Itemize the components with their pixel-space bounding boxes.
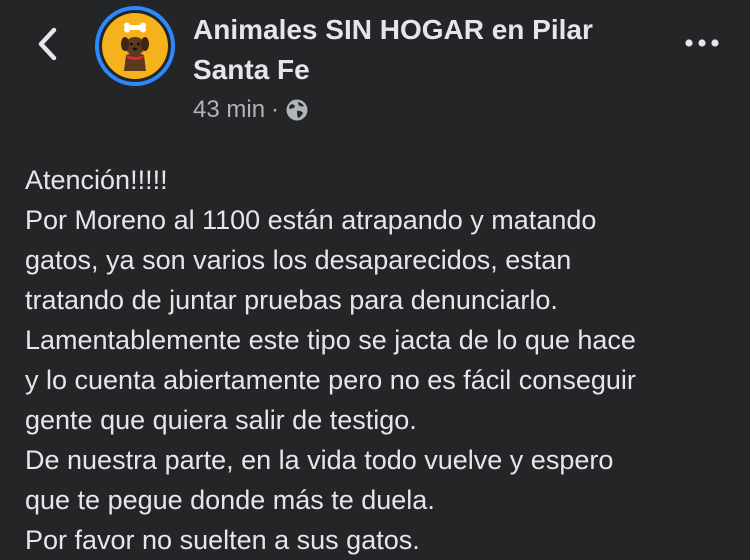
- post-line: Por favor no suelten a sus gatos.: [25, 525, 420, 555]
- back-button[interactable]: [30, 22, 66, 66]
- post-line: gatos, ya son varios los desaparecidos, …: [25, 245, 572, 275]
- post-line: tratando de juntar pruebas para denuncia…: [25, 285, 558, 315]
- page-avatar[interactable]: [95, 6, 175, 86]
- post-line: Lamentablemente este tipo se jacta de lo…: [25, 325, 636, 355]
- more-horizontal-icon: [685, 39, 719, 47]
- post-line: y lo cuenta abiertamente pero no es fáci…: [25, 365, 636, 395]
- post-line: Por Moreno al 1100 están atrapando y mat…: [25, 205, 597, 235]
- more-options-button[interactable]: [678, 26, 726, 60]
- post-timestamp[interactable]: 43 min: [193, 96, 265, 124]
- post-text: Atención!!!!! Por Moreno al 1100 están a…: [25, 160, 745, 560]
- post-line: Atención!!!!!: [25, 165, 168, 195]
- meta-separator: ·: [271, 96, 280, 123]
- post-header: Animales SIN HOGAR en Pilar Santa Fe 43 …: [0, 0, 750, 140]
- post-line: que te pegue donde más te duela.: [25, 485, 435, 515]
- page-name[interactable]: Animales SIN HOGAR en Pilar Santa Fe: [193, 10, 643, 90]
- post-meta: 43 min ·: [193, 94, 309, 126]
- chevron-left-icon: [38, 27, 57, 61]
- post-line: gente que quiera salir de testigo.: [25, 405, 417, 435]
- post-line: De nuestra parte, en la vida todo vuelve…: [25, 445, 614, 475]
- globe-icon[interactable]: [285, 98, 309, 122]
- dog-with-bone-logo: [102, 13, 168, 79]
